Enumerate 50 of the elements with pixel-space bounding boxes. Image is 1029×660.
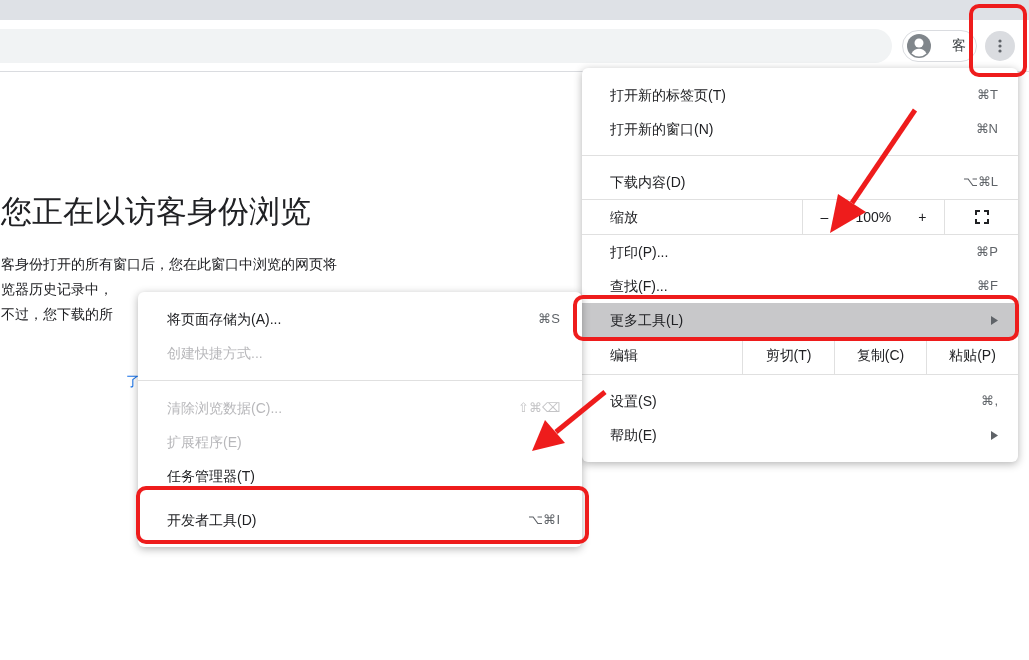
body-text: 不过，您下载的所 (1, 305, 113, 324)
fullscreen-icon[interactable] (974, 210, 989, 224)
menu-item-label: 缩放 (609, 207, 639, 227)
menu-item[interactable]: 打开新的窗口(N) ⌘N (582, 112, 1018, 146)
shortcut-label: ⌥⌘L (962, 173, 998, 192)
menu-button[interactable] (985, 30, 1015, 61)
menu-item[interactable]: 查找(F)... ⌘F (582, 269, 1018, 303)
submenu-item[interactable]: 将页面存储为(A)... ⌘S (138, 302, 582, 336)
edit-action-button[interactable]: 剪切(T) (742, 337, 834, 374)
shortcut-label: ⌘, (981, 392, 998, 411)
page-heading: 您正在以访客身份浏览 (1, 193, 311, 231)
edit-action-button[interactable]: 复制(C) (834, 337, 926, 374)
menu-item[interactable]: 打印(P)... ⌘P (582, 235, 1018, 269)
body-text: 览器历史记录中， (1, 280, 113, 299)
submenu-item-label: 创建快捷方式... (167, 343, 263, 363)
shortcut-label: ⌘F (977, 277, 998, 296)
submenu-item-label: 清除浏览数据(C)... (167, 398, 283, 418)
shortcut-label: ⌘S (538, 310, 560, 329)
menu-item-label: 设置(S) (610, 391, 657, 411)
submenu-item-label: 任务管理器(T) (167, 466, 255, 486)
menu-item[interactable]: 设置(S) ⌘, (582, 384, 1018, 418)
menu-item-label: 帮助(E) (610, 425, 657, 445)
more-icon (998, 38, 1002, 53)
shortcut-label: ⌘N (975, 120, 998, 139)
menu-item[interactable]: 更多工具(L) (582, 303, 1018, 337)
menu-item-label: 打开新的标签页(T) (610, 85, 726, 105)
submenu-item-label: 将页面存储为(A)... (167, 309, 282, 329)
menu-item-label: 下载内容(D) (610, 172, 686, 192)
menu-item[interactable]: 下载内容(D) ⌥⌘L (582, 165, 1018, 199)
submenu-item[interactable]: 任务管理器(T) (138, 459, 582, 493)
menu-item-label: 打印(P)... (610, 242, 669, 262)
menu-item[interactable]: 打开新的标签页(T) ⌘T (582, 78, 1018, 112)
submenu-item[interactable]: 开发者工具(D) ⌥⌘I (138, 503, 582, 537)
body-text: 客身份打开的所有窗口后，您在此窗口中浏览的网页将 (1, 255, 337, 274)
submenu-item-label: 扩展程序(E) (167, 432, 242, 452)
shortcut-label: ⇧⌘⌫ (518, 399, 560, 418)
menu-item-label: 更多工具(L) (610, 310, 684, 330)
menu-item-label: 查找(F)... (610, 276, 668, 296)
person-icon (906, 32, 932, 59)
zoom-out-button[interactable]: – (812, 206, 837, 228)
shortcut-label: ⌥⌘I (528, 511, 560, 530)
submenu-item-label: 开发者工具(D) (167, 510, 257, 530)
menu-item[interactable]: 帮助(E) (582, 418, 1018, 452)
edit-action-button[interactable]: 粘贴(P) (926, 337, 1018, 374)
zoom-in-button[interactable]: + (910, 206, 935, 228)
learn-more-link[interactable]: 了 (126, 371, 140, 392)
menu-item-label: 编辑 (609, 346, 639, 365)
shortcut-label: ⌘P (976, 243, 998, 262)
menu-item-label: 打开新的窗口(N) (610, 119, 714, 139)
shortcut-label: ⌘T (977, 86, 998, 105)
